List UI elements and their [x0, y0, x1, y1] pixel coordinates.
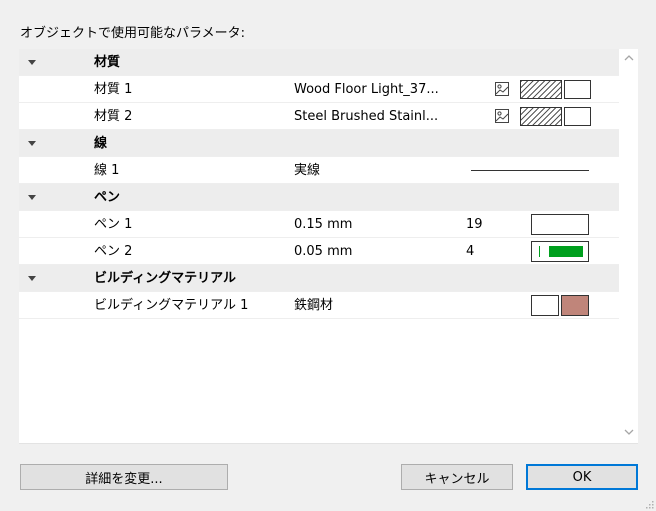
group-label: ペン — [94, 190, 121, 205]
dialog-title: オブジェクトで使用可能なパラメータ: — [20, 26, 245, 41]
material-row-1[interactable]: 材質 1 Wood Floor Light_37... — [19, 76, 619, 103]
change-details-button[interactable]: 詳細を変更... — [20, 464, 228, 490]
item-value: Wood Floor Light_37... — [294, 82, 439, 97]
pen-number: 19 — [466, 217, 483, 232]
pen-color-fill — [549, 246, 583, 257]
group-row-pen[interactable]: ペン — [19, 184, 619, 211]
item-value: 鉄鋼材 — [294, 298, 334, 313]
resize-grip-icon[interactable] — [644, 499, 654, 509]
item-label: ビルディングマテリアル 1 — [94, 298, 249, 313]
surface-color-swatch[interactable] — [564, 107, 591, 126]
surface-hatch-swatch[interactable] — [520, 80, 562, 99]
item-value: 0.05 mm — [294, 244, 353, 259]
item-label: ペン 1 — [94, 217, 133, 232]
group-label: 材質 — [94, 55, 121, 70]
group-label: 線 — [94, 136, 108, 151]
group-row-building-material[interactable]: ビルディングマテリアル — [19, 265, 619, 292]
pen-number: 4 — [466, 244, 475, 259]
building-material-row-1[interactable]: ビルディングマテリアル 1 鉄鋼材 — [19, 292, 619, 319]
parameter-rows: 材質 材質 1 Wood Floor Light_37... 材質 2 Stee… — [19, 49, 619, 319]
pen-color-swatch[interactable] — [531, 241, 589, 262]
surface-hatch-swatch[interactable] — [520, 107, 562, 126]
item-value: Steel Brushed Stainl... — [294, 109, 439, 124]
group-row-material[interactable]: 材質 — [19, 49, 619, 76]
collapse-triangle-icon[interactable] — [28, 141, 36, 146]
collapse-triangle-icon[interactable] — [28, 195, 36, 200]
item-label: 材質 2 — [94, 109, 133, 124]
group-row-line[interactable]: 線 — [19, 130, 619, 157]
pen-color-swatch[interactable] — [531, 214, 589, 235]
building-material-color-swatch[interactable] — [561, 295, 589, 316]
texture-image-icon[interactable] — [495, 82, 509, 96]
pen-row-2[interactable]: ペン 2 0.05 mm 4 — [19, 238, 619, 265]
ok-button[interactable]: OK — [526, 464, 638, 490]
group-label: ビルディングマテリアル — [94, 271, 236, 286]
item-value: 実線 — [294, 163, 321, 178]
building-material-blank-swatch[interactable] — [531, 295, 559, 316]
item-label: ペン 2 — [94, 244, 133, 259]
line-row-1[interactable]: 線 1 実線 — [19, 157, 619, 184]
line-type-preview[interactable] — [471, 170, 589, 171]
cancel-button[interactable]: キャンセル — [401, 464, 513, 490]
item-label: 材質 1 — [94, 82, 133, 97]
pen-weight-mark — [539, 246, 540, 257]
vertical-scrollbar[interactable] — [620, 49, 638, 443]
collapse-triangle-icon[interactable] — [28, 60, 36, 65]
texture-image-icon[interactable] — [495, 109, 509, 123]
scroll-down-arrow-icon[interactable] — [624, 429, 634, 436]
item-value: 0.15 mm — [294, 217, 353, 232]
item-label: 線 1 — [94, 163, 120, 178]
material-row-2[interactable]: 材質 2 Steel Brushed Stainl... — [19, 103, 619, 130]
pen-row-1[interactable]: ペン 1 0.15 mm 19 — [19, 211, 619, 238]
scroll-up-arrow-icon[interactable] — [624, 54, 634, 61]
parameter-list[interactable]: 材質 材質 1 Wood Floor Light_37... 材質 2 Stee… — [19, 49, 638, 444]
collapse-triangle-icon[interactable] — [28, 276, 36, 281]
surface-color-swatch[interactable] — [564, 80, 591, 99]
